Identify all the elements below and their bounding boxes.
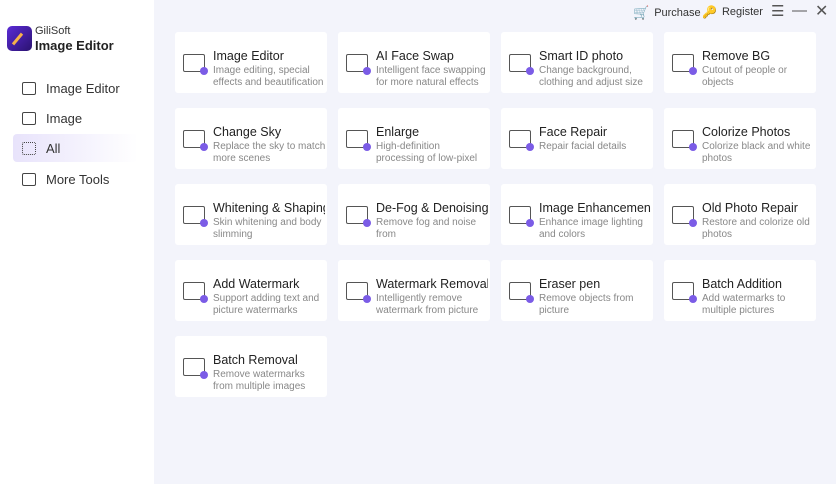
tool-card[interactable]: De-Fog & Denoising Remove fog and noise f… — [338, 184, 490, 245]
sidebar-item-label: Image Editor — [46, 80, 120, 96]
tool-title: Remove BG — [702, 49, 771, 63]
key-icon: 🔑 — [702, 5, 717, 19]
tool-title: Batch Removal — [213, 353, 298, 367]
sidebar-item-more-tools[interactable]: More Tools — [13, 165, 138, 193]
tool-icon — [672, 54, 697, 75]
tool-description: Repair facial details — [539, 141, 627, 152]
tool-icon — [183, 206, 208, 227]
tool-icon — [346, 282, 371, 303]
tool-title: AI Face Swap — [376, 49, 454, 63]
tool-icon — [346, 130, 371, 151]
tool-description: Support adding text and picture watermar… — [213, 293, 320, 316]
tool-title: Change Sky — [213, 125, 282, 139]
sidebar-item-label: More Tools — [46, 171, 110, 187]
tool-description: Colorize black and white photos — [702, 141, 811, 164]
close-icon[interactable]: ✕ — [815, 1, 828, 21]
tool-description: Intelligent face swapping for more natur… — [376, 65, 486, 88]
tool-description: Enhance image lighting and colors — [539, 217, 643, 240]
purchase-button[interactable]: 🛒 Purchase — [633, 5, 701, 21]
tool-description: Change background, clothing and adjust s… — [539, 65, 643, 88]
tool-title: Add Watermark — [213, 277, 300, 291]
purchase-label: Purchase — [654, 7, 701, 19]
tool-title: Watermark Removal — [376, 277, 488, 291]
tool-icon — [672, 282, 697, 303]
tool-card[interactable]: Old Photo Repair Restore and colorize old… — [664, 184, 816, 245]
tool-icon — [672, 130, 697, 151]
tool-icon — [183, 282, 208, 303]
tool-icon — [672, 206, 697, 227]
sidebar-item-image[interactable]: Image — [13, 104, 138, 132]
tool-title: Batch Addition — [702, 277, 782, 291]
tool-title: Image Editor — [213, 49, 284, 63]
tool-description: Cutout of people or objects — [702, 65, 788, 88]
tool-icon — [183, 54, 208, 75]
tool-description: Skin whitening and body slimming — [213, 217, 322, 240]
register-button[interactable]: 🔑 Register — [702, 5, 763, 19]
cart-icon: 🛒 — [633, 5, 650, 20]
sidebar: GiliSoft Image Editor Image Editor Image… — [0, 0, 154, 484]
tool-card[interactable]: Image Editor Image editing, special effec… — [175, 32, 327, 93]
tool-icon — [346, 206, 371, 227]
tool-card[interactable]: Face Repair Repair facial details — [501, 108, 653, 169]
menu-icon[interactable]: ☰ — [771, 2, 784, 20]
tool-title: Face Repair — [539, 125, 608, 139]
tool-card[interactable]: Batch Addition Add watermarks to multiple… — [664, 260, 816, 321]
tool-icon — [509, 54, 534, 75]
app-title: Image Editor — [35, 38, 114, 53]
tool-title: Enlarge — [376, 125, 420, 139]
sidebar-item-all[interactable]: All — [13, 134, 138, 162]
tool-title: Image Enhancement — [539, 201, 651, 215]
image-edit-icon — [22, 81, 36, 95]
tool-description: Remove watermarks from multiple images — [213, 369, 306, 392]
tool-title: De-Fog & Denoising — [376, 201, 488, 215]
tool-card[interactable]: Change Sky Replace the sky to match more … — [175, 108, 327, 169]
sidebar-item-label: All — [46, 140, 61, 156]
toolbox-icon — [22, 172, 36, 186]
tool-title: Old Photo Repair — [702, 201, 798, 215]
tool-card[interactable]: Batch Removal Remove watermarks from mult… — [175, 336, 327, 397]
tool-description: Remove fog and noise from — [376, 217, 477, 240]
tool-card[interactable]: Smart ID photo Change background, clothin… — [501, 32, 653, 93]
tool-card[interactable]: AI Face Swap Intelligent face swapping fo… — [338, 32, 490, 93]
tool-description: Remove objects from picture — [539, 293, 634, 316]
tool-description: Add watermarks to multiple pictures — [702, 293, 786, 316]
tool-description: Intelligently remove watermark from pict… — [376, 293, 479, 316]
tool-description: Replace the sky to match more scenes — [213, 141, 326, 164]
tool-card[interactable]: Image Enhancement Enhance image lighting … — [501, 184, 653, 245]
tool-icon — [346, 54, 371, 75]
tool-icon — [183, 130, 208, 151]
tool-icon — [183, 358, 208, 379]
tool-card[interactable]: Remove BG Cutout of people or objects — [664, 32, 816, 93]
tool-description: Restore and colorize old photos — [702, 217, 810, 240]
register-label: Register — [721, 6, 763, 18]
tool-title: Eraser pen — [539, 277, 601, 291]
sidebar-item-image-editor[interactable]: Image Editor — [13, 74, 138, 102]
tool-description: High-definition processing of low-pixel — [376, 141, 478, 164]
tool-description: Image editing, special effects and beaut… — [213, 65, 324, 88]
tool-icon — [509, 130, 534, 151]
minimize-icon[interactable]: — — [792, 2, 807, 19]
sidebar-item-label: Image — [46, 110, 83, 126]
tool-title: Colorize Photos — [702, 125, 791, 139]
image-icon — [22, 111, 36, 125]
grid-icon — [22, 141, 36, 155]
brand-name: GiliSoft — [35, 25, 71, 37]
tool-card[interactable]: Whitening & Shaping Skin whitening and bo… — [175, 184, 327, 245]
tool-title: Smart ID photo — [539, 49, 624, 63]
tool-card[interactable]: Enlarge High-definition processing of low… — [338, 108, 490, 169]
tool-card[interactable]: Colorize Photos Colorize black and white … — [664, 108, 816, 169]
tool-icon — [509, 206, 534, 227]
tool-icon — [509, 282, 534, 303]
tool-title: Whitening & Shaping — [213, 201, 325, 215]
tool-card[interactable]: Watermark Removal Intelligently remove wa… — [338, 260, 490, 321]
tool-card[interactable]: Eraser pen Remove objects from picture — [501, 260, 653, 321]
app-logo-icon — [7, 26, 32, 51]
tool-card[interactable]: Add Watermark Support adding text and pic… — [175, 260, 327, 321]
